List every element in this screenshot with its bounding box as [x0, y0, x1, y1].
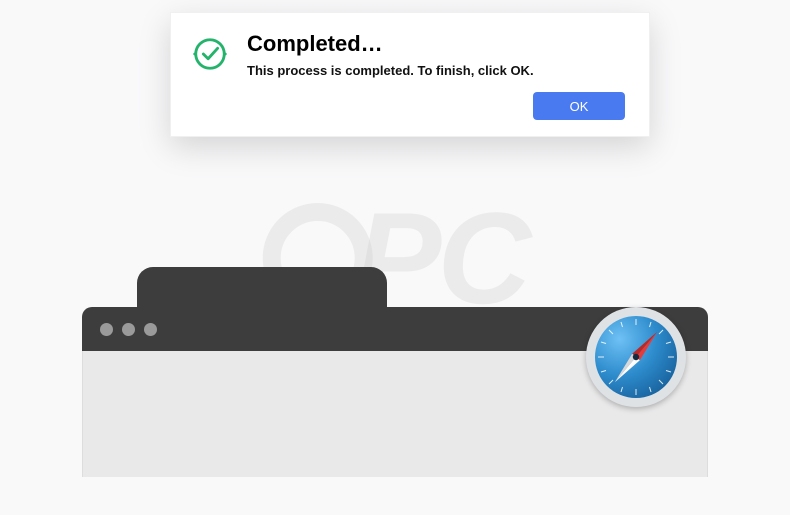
dialog-title: Completed…: [247, 31, 625, 57]
close-icon[interactable]: [100, 323, 113, 336]
checkmark-circle-refresh-icon: [191, 35, 229, 73]
safari-compass-icon: [586, 307, 686, 407]
ok-button[interactable]: OK: [533, 92, 625, 120]
completed-dialog: Completed… This process is completed. To…: [170, 12, 650, 137]
browser-tab: [137, 267, 387, 307]
dialog-message: This process is completed. To finish, cl…: [247, 63, 625, 78]
zoom-icon[interactable]: [144, 323, 157, 336]
minimize-icon[interactable]: [122, 323, 135, 336]
